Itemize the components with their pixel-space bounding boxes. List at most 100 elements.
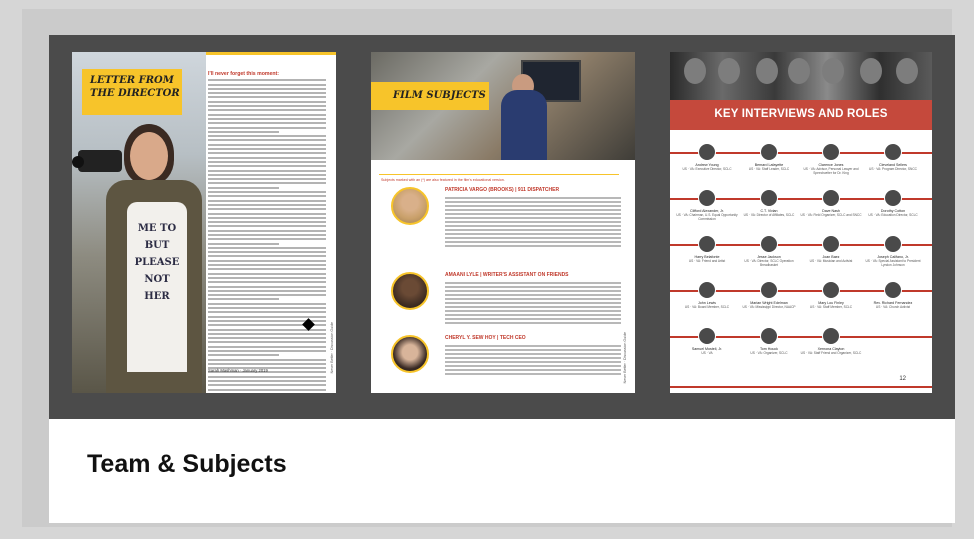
subject-name: CHERYL Y. SEW HOY | TECH CEO (445, 335, 526, 341)
interviewee-avatar (822, 189, 840, 207)
interviewee-avatar (884, 281, 902, 299)
interviewee-role: US · VA: Staff Leader, SCLC (748, 167, 790, 172)
text-line (208, 358, 326, 361)
text-line (208, 268, 326, 271)
interviewee-role: US · VA: Chairman, U.S. Equal Opportunit… (676, 213, 738, 222)
interviewee: Samuel Mosteli, Jr. US · VA (676, 324, 738, 355)
text-line (445, 353, 621, 355)
text-line (208, 225, 326, 228)
interviewee-avatar (822, 327, 840, 345)
interviewee-role: US · VA (701, 351, 713, 356)
text-line (445, 233, 621, 235)
text-line (208, 100, 326, 103)
text-line (208, 345, 326, 348)
text-line (445, 298, 621, 300)
side-label: Never Better · Discussion Guide (330, 322, 334, 374)
interviewee-avatar (822, 143, 840, 161)
text-line (445, 357, 621, 359)
text-line (445, 217, 621, 219)
page-top-rule (202, 52, 336, 55)
interviewee: Marian Wright Edelman US · VA: Mississipp… (738, 278, 800, 309)
text-line (208, 337, 326, 340)
text-line (208, 238, 326, 241)
text-line (208, 384, 326, 387)
text-line (208, 289, 326, 292)
interview-row: Andrew Young US · VA: Executive Director,… (670, 140, 932, 186)
interviewee: Harry Belafonte US · VA: Friend and Artis… (676, 232, 738, 263)
interviewee: Clifford Alexander, Jr. US · VA: Chairman… (676, 186, 738, 221)
interviewee-role: US · VA: Friend and Artist (688, 259, 726, 264)
text-line (208, 169, 326, 172)
subject-avatar (391, 335, 429, 373)
interviewee-avatar (698, 189, 716, 207)
interviewee-avatar (760, 189, 778, 207)
interviewee-avatar (760, 281, 778, 299)
interviewee-role: US · VA: Staff Friend and Organizer, SCL… (800, 351, 862, 356)
page-number: 12 (899, 376, 906, 382)
text-line (208, 156, 326, 159)
text-line (208, 109, 326, 112)
text-line (208, 208, 326, 211)
text-line (208, 341, 326, 344)
interviewee-avatar (884, 143, 902, 161)
text-line (445, 209, 621, 211)
text-line (208, 246, 326, 249)
interviewee: Tom Houck US · VA: Organizer, SCLC (738, 324, 800, 355)
text-line (445, 290, 621, 292)
interviewee-role: US · VA: Board Member, SCLC (684, 305, 730, 310)
subject-name: AMAANI LYLE | WRITER'S ASSISTANT ON FRIE… (445, 272, 569, 278)
text-line (445, 213, 621, 215)
text-line (445, 201, 621, 203)
text-line (208, 173, 326, 176)
text-line (445, 237, 621, 239)
subject-bio (445, 195, 621, 247)
text-line (208, 160, 326, 163)
text-line (208, 182, 326, 185)
text-line (208, 332, 326, 335)
interviewee-avatar (760, 235, 778, 253)
text-line (208, 199, 326, 202)
text-line (445, 318, 621, 320)
text-line (445, 310, 621, 312)
interview-row: Harry Belafonte US · VA: Friend and Artis… (670, 232, 932, 278)
text-line (208, 87, 326, 90)
text-line (208, 203, 326, 206)
text-line (208, 152, 326, 155)
text-line (208, 285, 326, 288)
subject-name: PATRICIA VARGO (BROOKS) | 911 DISPATCHER (445, 187, 560, 193)
letter-body: I'll never forget this moment: (208, 71, 326, 393)
text-line (445, 229, 621, 231)
text-line (208, 350, 326, 352)
text-line (208, 212, 326, 215)
text-line (445, 286, 621, 288)
footer-rule (670, 386, 932, 388)
interviewee: John Lewis US · VA: Board Member, SCLC (676, 278, 738, 309)
text-line (445, 345, 621, 347)
text-line (208, 302, 326, 305)
text-line (208, 195, 326, 198)
letter-lead: I'll never forget this moment: (208, 71, 279, 77)
interview-row: John Lewis US · VA: Board Member, SCLC Mar… (670, 278, 932, 324)
page-title: KEY INTERVIEWS AND ROLES (714, 108, 888, 120)
interviewee: Dorothy Cotton US · VA: Education Directo… (862, 186, 924, 217)
text-line (445, 245, 621, 247)
text-line (208, 354, 279, 357)
interviewee-role: US · VA: Education Director, SCLC (868, 213, 918, 218)
text-line (208, 165, 326, 168)
interviewee-role: US · VA: Organizer, SCLC (750, 351, 788, 356)
photo-figure (501, 90, 547, 160)
interviewee-role: US · VA: Field Organizer, SCLC and SNCC (800, 213, 862, 218)
text-line (208, 122, 326, 125)
interviewee: Cleveland Sellers US · VA: Program Direct… (862, 140, 924, 171)
interviewee: Clarence Jones US · VA: Advisor, Personal… (800, 140, 862, 175)
text-line (208, 148, 326, 151)
subjects-intro: Subjects marked with an (*) are also fea… (381, 178, 505, 182)
interviewee: Bernard Lafayette US · VA: Staff Leader, … (738, 140, 800, 171)
interviewee-avatar (760, 327, 778, 345)
side-label: Never Better · Discussion Guide (623, 332, 627, 384)
interviewee-role: US · VA: Advisor, Personal Lawyer and Sp… (803, 167, 859, 176)
slide-stage: ME TO BUT PLEASE NOT HER LETTER FROM THE… (49, 35, 955, 419)
text-line (445, 314, 621, 316)
text-line (445, 322, 621, 324)
interviewee-avatar (698, 143, 716, 161)
